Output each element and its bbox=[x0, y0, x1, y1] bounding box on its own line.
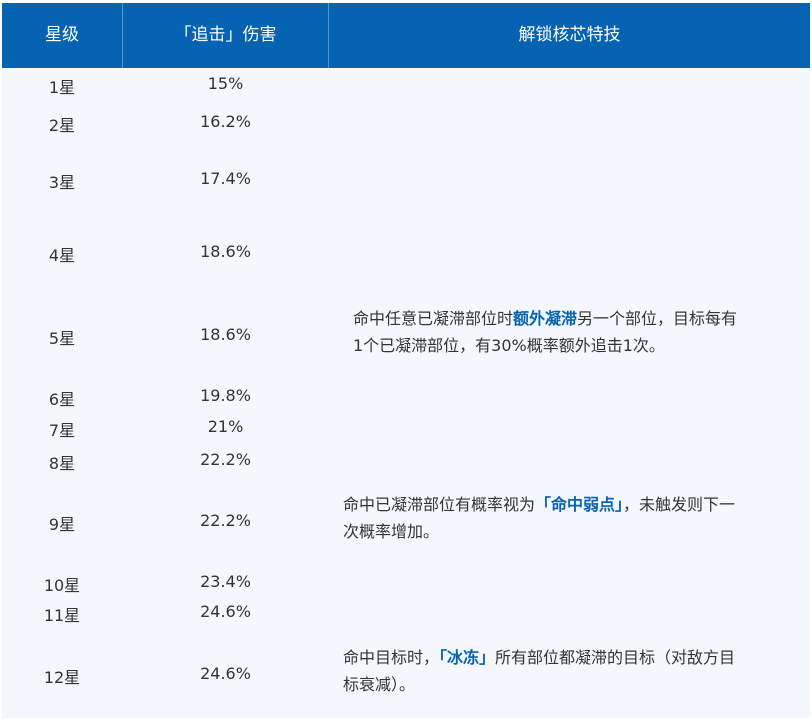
skill-star9: 命中已凝滞部位有概率视为「命中弱点」，未触发则下一 次概率增加。 bbox=[343, 491, 735, 545]
table-row-star: 5星 bbox=[48, 329, 76, 348]
table-row-damage: 18.6% bbox=[200, 242, 251, 261]
table-row-damage: 24.6% bbox=[200, 602, 251, 621]
table-row-damage: 15% bbox=[207, 74, 244, 93]
skill-keyword: 额外凝滞 bbox=[513, 309, 578, 328]
table-header: 星级 「追击」伤害 解锁核芯特技 bbox=[2, 3, 810, 68]
table-row-damage: 24.6% bbox=[200, 664, 251, 683]
table-row-damage: 23.4% bbox=[200, 572, 251, 591]
skill-star5: 命中任意已凝滞部位时额外凝滞另一个部位，目标每有 1个已凝滞部位，有30%概率额… bbox=[353, 305, 737, 359]
skill-keyword: 「命中弱点」 bbox=[535, 495, 624, 514]
table-row-damage: 16.2% bbox=[200, 112, 251, 131]
table-row-star: 2星 bbox=[48, 116, 76, 135]
skill-star5-line2: 1个已凝滞部位，有30%概率额外追击1次。 bbox=[353, 336, 665, 355]
table-row-damage: 17.4% bbox=[200, 169, 251, 188]
table-row-damage: 18.6% bbox=[200, 325, 251, 344]
skill-keyword: 「冰冻」 bbox=[439, 648, 496, 667]
table-row-star: 12星 bbox=[43, 668, 81, 687]
header-chase-damage: 「追击」伤害 bbox=[174, 25, 277, 45]
table-row-star: 11星 bbox=[43, 606, 81, 625]
header-core-skill: 解锁核芯特技 bbox=[518, 25, 621, 45]
table-row-star: 8星 bbox=[48, 454, 76, 473]
table-row-star: 4星 bbox=[48, 246, 76, 265]
table-row-star: 3星 bbox=[48, 173, 76, 192]
table-row-damage: 19.8% bbox=[200, 386, 251, 405]
header-star-level: 星级 bbox=[45, 25, 79, 45]
skill-star12-line1: 命中目标时，「冰冻」所有部位都凝滞的目标（对敌方目 bbox=[343, 648, 736, 667]
skill-star12: 命中目标时，「冰冻」所有部位都凝滞的目标（对敌方目 标衰减）。 bbox=[343, 644, 735, 698]
table-row-star: 6星 bbox=[48, 390, 76, 409]
skill-star9-line2: 次概率增加。 bbox=[343, 522, 440, 541]
skill-star5-line1: 命中任意已凝滞部位时额外凝滞另一个部位，目标每有 bbox=[353, 309, 738, 328]
table-row-damage: 21% bbox=[207, 417, 244, 436]
table-row-star: 10星 bbox=[43, 576, 81, 595]
table-row-star: 1星 bbox=[48, 78, 76, 97]
table-row-damage: 22.2% bbox=[200, 511, 251, 530]
skill-star12-line2: 标衰减）。 bbox=[343, 675, 416, 694]
table-row-star: 9星 bbox=[48, 515, 76, 534]
star-damage-table: 星级 「追击」伤害 解锁核芯特技 1星 2星 3星 4星 5星 6星 7星 8星… bbox=[2, 3, 810, 718]
table-row-star: 7星 bbox=[48, 421, 76, 440]
table-row-damage: 22.2% bbox=[200, 450, 251, 469]
skill-star9-line1: 命中已凝滞部位有概率视为「命中弱点」，未触发则下一 bbox=[343, 495, 736, 514]
